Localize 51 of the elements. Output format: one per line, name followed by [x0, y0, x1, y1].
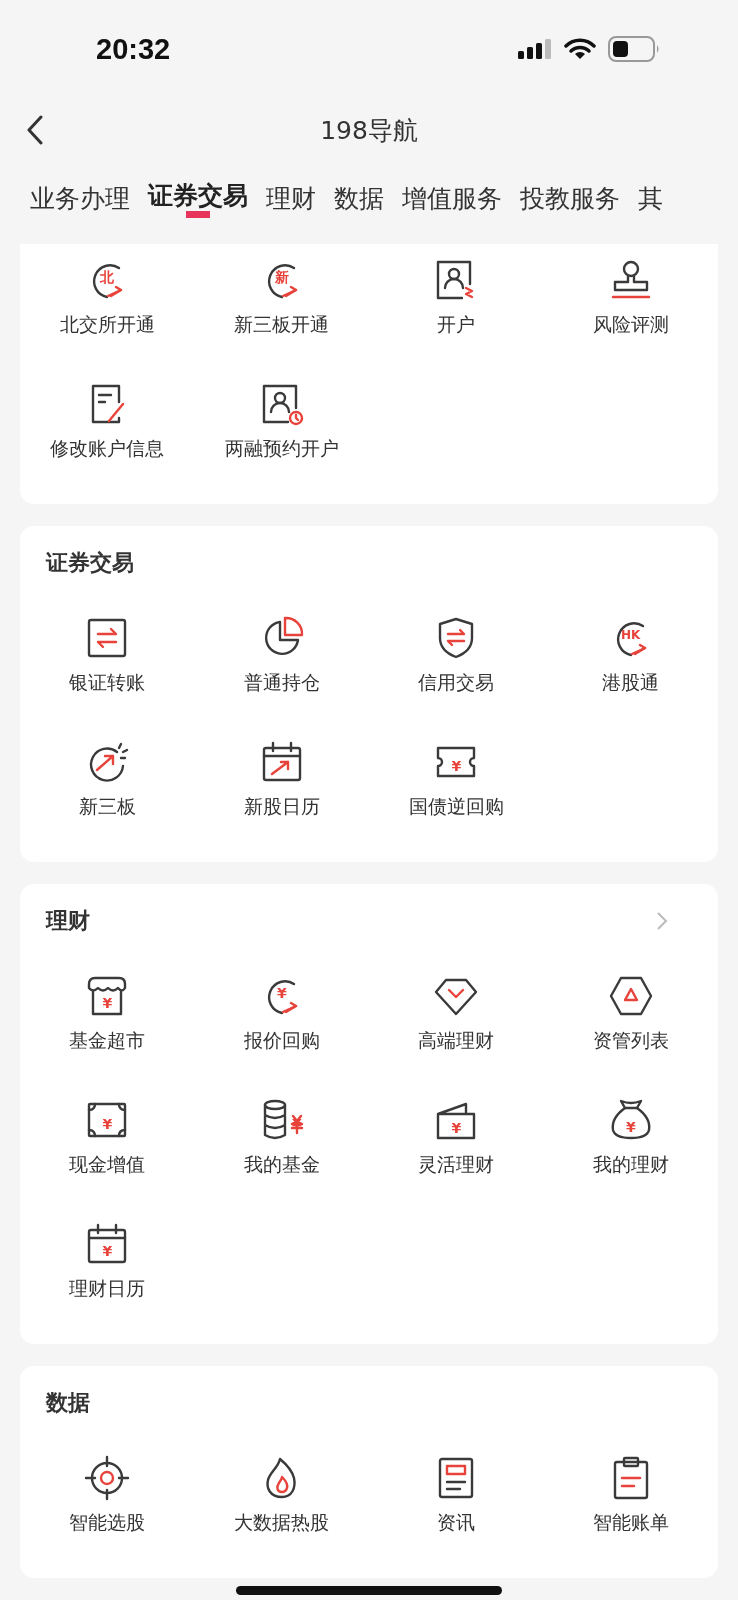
menu-item[interactable]: 大数据热股 [234, 1454, 330, 1536]
menu-item[interactable]: 智能账单 [592, 1454, 669, 1536]
status-time: 20:32 [96, 32, 171, 66]
icon-glyph: ¥ [276, 986, 287, 1000]
menu-item[interactable]: ¥ 现金增值 [69, 1096, 146, 1178]
section-title: 数据 [46, 1389, 90, 1417]
menu-item[interactable]: 资讯 [432, 1454, 481, 1536]
menu-item[interactable]: 新三板 [78, 738, 136, 820]
menu-item[interactable]: ¥ 我的理财 [592, 1096, 669, 1178]
page-title: 198导航 [320, 114, 418, 147]
icon-glyph: ¥ [102, 1244, 113, 1258]
menu-item[interactable]: HK 港股通 [602, 614, 660, 696]
menu-item[interactable]: 资管列表 [592, 972, 669, 1054]
battery-icon [608, 36, 660, 62]
back-icon[interactable] [26, 115, 44, 145]
menu-item[interactable]: 风险评测 [592, 256, 669, 338]
menu-item[interactable]: ¥ 灵活理财 [418, 1096, 495, 1178]
menu-item[interactable]: 修改账户信息 [50, 380, 165, 462]
icon-glyph: ¥ [451, 1121, 462, 1135]
menu-item[interactable]: 高端理财 [418, 972, 495, 1054]
category-tab[interactable]: 业务办理 [30, 162, 130, 224]
menu-item[interactable]: 两融预约开户 [224, 380, 339, 462]
menu-item[interactable]: 新 新三板开通 [234, 256, 330, 338]
menu-item[interactable]: 北 北交所开通 [59, 256, 155, 338]
category-tab[interactable]: 增值服务 [402, 162, 502, 224]
category-tab[interactable]: 其 [638, 162, 663, 224]
menu-item[interactable]: 信用交易 [418, 614, 495, 696]
icon-glyph: ¥ [451, 759, 462, 773]
section-title: 理财 [46, 907, 90, 935]
menu-item[interactable]: ¥ 理财日历 [69, 1220, 146, 1302]
menu-item[interactable]: 开户 [432, 256, 481, 338]
menu-item[interactable]: 新股日历 [243, 738, 320, 820]
menu-item[interactable]: 智能选股 [69, 1454, 146, 1536]
icon-glyph: 北 [100, 270, 115, 284]
category-tab[interactable]: 投教服务 [520, 162, 620, 224]
icon-glyph: ¥ [102, 1117, 113, 1131]
wifi-icon [564, 38, 596, 60]
menu-item[interactable]: ¥ 报价回购 [243, 972, 320, 1054]
signal-icon [518, 38, 552, 60]
menu-item[interactable]: ¥ 基金超市 [69, 972, 146, 1054]
icon-glyph: ¥ [625, 1120, 636, 1134]
section-title: 证券交易 [46, 549, 134, 577]
icon-glyph: 新 [274, 270, 289, 284]
target-icon [83, 1454, 132, 1502]
category-tab[interactable]: 理财 [266, 162, 316, 224]
menu-item[interactable]: ¥ 国债逆回购 [408, 738, 504, 820]
icon-glyph: ¥ [102, 996, 113, 1010]
icon-glyph: HK [621, 629, 641, 641]
menu-item[interactable]: 银证转账 [69, 614, 146, 696]
menu-item[interactable]: 普通持仓 [243, 614, 320, 696]
category-tab[interactable]: 数据 [334, 162, 384, 224]
